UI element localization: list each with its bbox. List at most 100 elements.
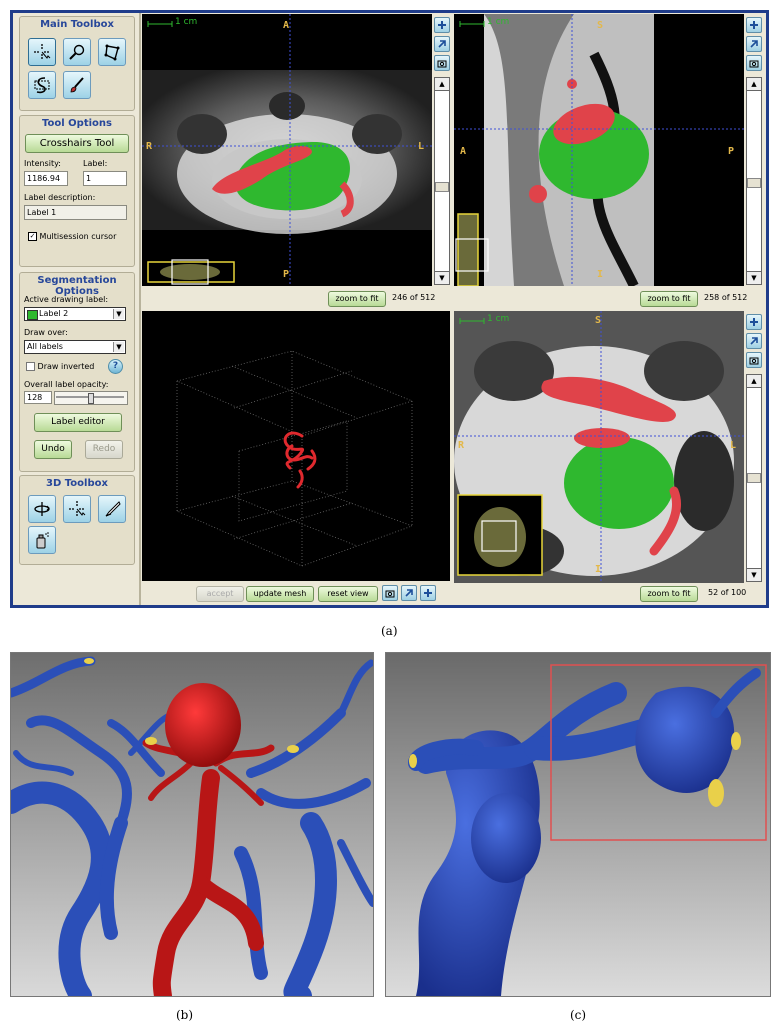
sagittal-zoom-to-fit-button[interactable]: zoom to fit xyxy=(640,291,698,307)
plus-icon xyxy=(438,21,446,29)
scalpel-tool-button[interactable] xyxy=(98,495,126,523)
scroll-down-icon[interactable]: ▼ xyxy=(747,568,761,581)
intensity-field[interactable]: 1186.94 xyxy=(24,171,68,186)
slider-thumb[interactable] xyxy=(88,393,94,404)
scroll-thumb[interactable] xyxy=(747,473,761,483)
label-editor-button[interactable]: Label editor xyxy=(34,413,122,432)
update-mesh-button[interactable]: update mesh xyxy=(246,586,314,602)
sagittal-bottom-bar: zoom to fit 258 of 512 xyxy=(454,288,762,308)
scale-bar-label: 1 cm xyxy=(487,314,510,324)
scroll-up-icon[interactable]: ▲ xyxy=(435,78,449,91)
coronal-slice-scrollbar[interactable]: ▲ ▼ xyxy=(746,374,762,582)
orientation-bottom: P xyxy=(283,269,290,280)
scroll-up-icon[interactable]: ▲ xyxy=(747,375,761,388)
orientation-bottom: I xyxy=(595,564,602,575)
view-3d-bottom-bar: accept update mesh reset view xyxy=(142,583,450,603)
opacity-slider[interactable] xyxy=(54,391,128,405)
active-tool-button[interactable]: Crosshairs Tool xyxy=(25,134,129,153)
orientation-top: S xyxy=(597,20,604,31)
orientation-right: L xyxy=(730,440,737,451)
crosshairs-3d-tool-button[interactable] xyxy=(63,495,91,523)
view-3d-viewport[interactable] xyxy=(142,311,450,581)
draw-over-caption: Draw over: xyxy=(24,328,68,337)
draw-over-value: All labels xyxy=(27,342,63,351)
rotate-3d-icon xyxy=(34,502,50,516)
scalpel-icon xyxy=(105,501,121,517)
orientation-right: L xyxy=(418,141,425,152)
orientation-top: A xyxy=(283,20,290,31)
axial-snapshot-button[interactable] xyxy=(434,55,450,71)
redo-button: Redo xyxy=(85,440,123,459)
crosshairs-icon xyxy=(69,501,86,517)
axial-slice-image xyxy=(142,14,432,286)
coronal-expand-button[interactable] xyxy=(746,314,762,330)
orientation-left: R xyxy=(458,440,465,451)
draw-inverted-checkbox[interactable]: Draw inverted xyxy=(26,362,94,371)
spray-paint-tool-button[interactable] xyxy=(28,526,56,554)
axial-expand-button[interactable] xyxy=(434,17,450,33)
coronal-viewport[interactable]: 1 cm S I R L xyxy=(454,311,744,583)
label-color-swatch xyxy=(27,310,38,320)
view-3d-expand-button[interactable] xyxy=(420,585,436,601)
help-button[interactable]: ? xyxy=(108,359,123,374)
axial-viewport[interactable]: 1 cm A P R L xyxy=(142,14,432,286)
vessel-render-b xyxy=(10,652,374,997)
view-3d-snapshot-button[interactable] xyxy=(382,585,398,601)
crosshairs-tool-button[interactable] xyxy=(28,38,56,66)
snap-application: Main Toolbox Tool Options Crosshairs Too… xyxy=(13,13,766,605)
axial-zoom-to-fit-button[interactable]: zoom to fit xyxy=(328,291,386,307)
undo-button[interactable]: Undo xyxy=(34,440,72,459)
arrow-collapse-icon xyxy=(405,589,413,597)
rotate-3d-tool-button[interactable] xyxy=(28,495,56,523)
draw-over-select[interactable]: All labels ▼ xyxy=(24,340,126,354)
aneurysm-render-c xyxy=(385,652,771,997)
polygon-tool-button[interactable] xyxy=(98,38,126,66)
sagittal-expand-button[interactable] xyxy=(746,17,762,33)
reset-view-button[interactable]: reset view xyxy=(318,586,378,602)
active-label-select[interactable]: Label 2 ▼ xyxy=(24,307,126,321)
axial-collapse-button[interactable] xyxy=(434,36,450,52)
magnifier-icon xyxy=(69,44,85,60)
left-toolbar: Main Toolbox Tool Options Crosshairs Too… xyxy=(13,13,141,605)
toolbox-3d-title: 3D Toolbox xyxy=(46,478,108,489)
coronal-zoom-to-fit-button[interactable]: zoom to fit xyxy=(640,586,698,602)
orientation-left: R xyxy=(146,141,153,152)
intensity-label: Intensity: xyxy=(24,159,61,168)
axial-bottom-bar: zoom to fit 246 of 512 xyxy=(142,288,450,308)
axial-slice-scrollbar[interactable]: ▲ ▼ xyxy=(434,77,450,285)
scroll-down-icon[interactable]: ▼ xyxy=(435,271,449,284)
tool-options-panel: Tool Options Crosshairs Tool Intensity: … xyxy=(19,115,135,267)
scroll-down-icon[interactable]: ▼ xyxy=(747,271,761,284)
label-id-field[interactable]: 1 xyxy=(83,171,127,186)
scroll-thumb[interactable] xyxy=(747,178,761,188)
crosshairs-icon xyxy=(34,44,51,60)
coronal-collapse-button[interactable] xyxy=(746,333,762,349)
active-label-caption: Active drawing label: xyxy=(24,295,109,304)
scroll-up-icon[interactable]: ▲ xyxy=(747,78,761,91)
scroll-thumb[interactable] xyxy=(435,182,449,192)
view-3d-collapse-button[interactable] xyxy=(401,585,417,601)
orientation-top: S xyxy=(595,315,602,326)
zoom-tool-button[interactable] xyxy=(63,38,91,66)
label-description-field[interactable]: Label 1 xyxy=(24,205,127,220)
sagittal-snapshot-button[interactable] xyxy=(746,55,762,71)
camera-icon xyxy=(437,60,447,68)
scale-bar-label: 1 cm xyxy=(175,17,198,27)
spray-can-icon xyxy=(36,532,49,549)
snake-tool-button[interactable] xyxy=(28,71,56,99)
plus-icon xyxy=(750,318,758,326)
coronal-snapshot-button[interactable] xyxy=(746,352,762,368)
main-toolbox-panel: Main Toolbox xyxy=(19,16,135,111)
sagittal-viewport[interactable]: 1 cm S I A P xyxy=(454,14,744,286)
axial-slice-counter: 246 of 512 xyxy=(392,293,436,302)
sagittal-collapse-button[interactable] xyxy=(746,36,762,52)
caption-b: (b) xyxy=(176,1008,194,1022)
coronal-slice-counter: 52 of 100 xyxy=(708,588,747,597)
sagittal-slice-scrollbar[interactable]: ▲ ▼ xyxy=(746,77,762,285)
multisession-checkbox[interactable]: ✓ Multisession cursor xyxy=(28,232,116,241)
caption-a: (a) xyxy=(381,624,398,638)
opacity-value-field[interactable]: 128 xyxy=(24,391,52,404)
orientation-bottom: I xyxy=(597,269,604,280)
paintbrush-tool-button[interactable] xyxy=(63,71,91,99)
segmentation-options-panel: Segmentation Options Active drawing labe… xyxy=(19,272,135,472)
